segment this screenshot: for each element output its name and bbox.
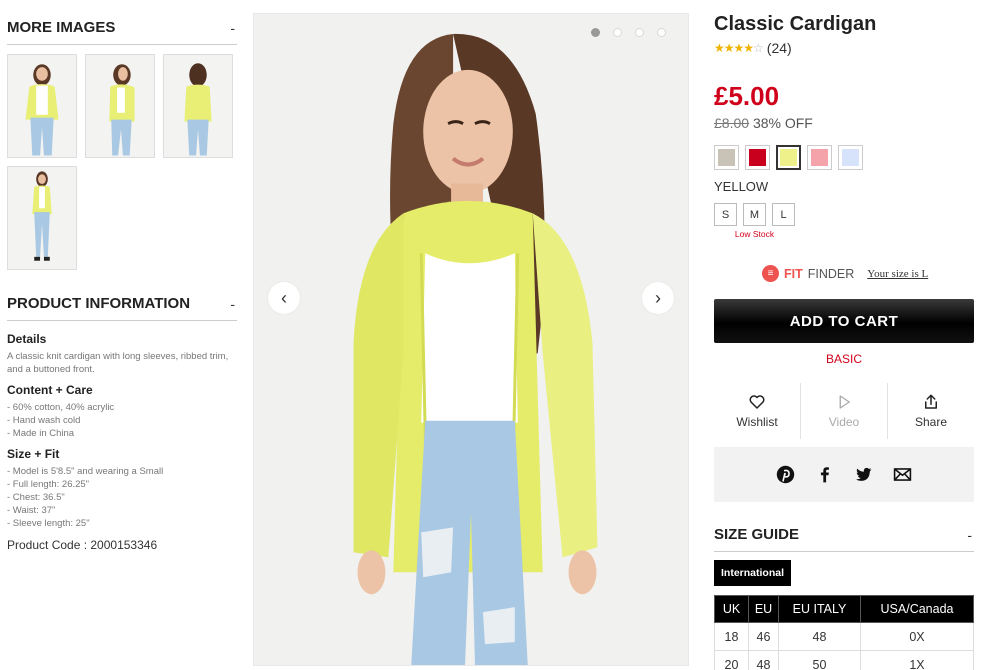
selected-color-label: YELLOW [714,179,769,194]
sale-price: £5.00 [714,81,780,111]
carousel-dots [591,28,666,37]
size-guide-header[interactable]: SIZE GUIDE - [714,526,974,552]
fit-finder-logo-icon: ≡ [762,265,779,282]
share-label: Share [914,415,948,429]
facebook-icon[interactable] [815,465,834,484]
table-cell: 18 [714,622,749,651]
swatch-light-blue[interactable] [838,145,863,170]
column-header: EU [748,595,779,623]
table-cell: 48 [748,650,779,670]
thumbnail-front[interactable] [7,54,77,158]
model-photo [254,14,688,665]
swatch-taupe[interactable] [714,145,739,170]
social-share-bar [714,447,974,502]
size-s-button[interactable]: S [714,203,737,226]
your-size-link[interactable]: Your size is L [867,268,928,280]
more-images-title: MORE IMAGES [7,19,116,36]
tier-label: BASIC [825,352,862,366]
care-title: Content + Care [7,383,93,397]
collapse-toggle[interactable]: - [967,527,974,543]
strikethrough-price: £8.00 [714,115,750,131]
list-item: - Sleeve length: 25" [7,518,90,529]
list-item: - Waist: 37" [7,505,56,516]
rating-count: (24) [766,40,792,56]
size-selector: S M Low Stock L [714,203,795,239]
collapse-toggle[interactable]: - [230,20,237,36]
product-code: Product Code : 2000153346 [7,538,158,552]
fit-finder[interactable]: ≡ FIT FINDER Your size is L [762,265,928,282]
size-guide-title: SIZE GUIDE [714,526,800,543]
share-button[interactable]: Share [887,383,974,439]
list-item: - Model is 5'8.5" and wearing a Small [7,466,164,477]
details-text: A classic knit cardigan with long sleeve… [7,351,229,375]
table-cell: 48 [778,622,861,651]
rating[interactable]: ★★★★☆ (24) [714,40,792,56]
details-title: Details [7,332,47,346]
table-row: 20 48 50 1X [714,650,974,670]
email-icon[interactable] [893,465,912,484]
low-stock-label: Low Stock [734,229,775,239]
column-header: EU ITALY [778,595,861,623]
wishlist-button[interactable]: Wishlist [714,383,800,439]
discount-label: 38% OFF [752,115,813,131]
swatch-red[interactable] [745,145,770,170]
size-l-button[interactable]: L [772,203,795,226]
list-item: - Hand wash cold [7,415,81,426]
product-info-body: Details A classic knit cardigan with lon… [7,332,237,552]
table-cell: 20 [714,650,749,670]
next-image-button[interactable]: › [642,282,674,314]
original-price: £8.00 38% OFF [714,115,813,131]
chevron-left-icon: ‹ [281,287,287,308]
carousel-dot-4[interactable] [657,28,666,37]
pinterest-icon[interactable] [776,465,795,484]
color-swatches [714,145,863,170]
video-button[interactable]: Video [800,383,887,439]
list-item: - Chest: 36.5" [7,492,65,503]
add-to-cart-button[interactable]: ADD TO CART [714,299,974,343]
carousel-dot-2[interactable] [613,28,622,37]
product-actions: Wishlist Video Share [714,383,974,439]
share-icon [925,394,937,409]
carousel-dot-1[interactable] [591,28,600,37]
more-images-header[interactable]: MORE IMAGES - [7,19,237,45]
column-header: USA/Canada [860,595,974,623]
list-item: - Full length: 26.25" [7,479,90,490]
main-product-image[interactable]: ‹ › [253,13,689,666]
play-icon [839,395,850,409]
table-cell: 46 [748,622,779,651]
table-cell: 50 [778,650,861,670]
wishlist-label: Wishlist [736,415,778,429]
list-item: - 60% cotton, 40% acrylic [7,402,115,413]
heart-icon [749,395,765,409]
thumbnail-back[interactable] [163,54,233,158]
thumbnail-side[interactable] [85,54,155,158]
thumbnail-full[interactable] [7,166,77,270]
video-label: Video [828,415,860,429]
fit-finder-fit: FIT [784,266,803,281]
table-row: 18 46 48 0X [714,622,974,651]
table-cell: 1X [860,650,974,670]
table-cell: 0X [860,622,974,651]
star-rating-icon: ★★★★☆ [714,41,764,55]
size-m-button[interactable]: M [743,203,766,226]
previous-image-button[interactable]: ‹ [268,282,300,314]
product-info-header[interactable]: PRODUCT INFORMATION - [7,295,237,321]
column-header: UK [714,595,749,623]
list-item: - Made in China [7,428,75,439]
product-info-title: PRODUCT INFORMATION [7,295,191,312]
carousel-dot-3[interactable] [635,28,644,37]
size-guide-table: UK EU EU ITALY USA/Canada 18 46 48 0X 20… [714,595,974,670]
swatch-yellow[interactable] [776,145,801,170]
product-title: Classic Cardigan [714,13,877,35]
swatch-pink[interactable] [807,145,832,170]
fit-finder-finder: FINDER [807,266,855,281]
twitter-icon[interactable] [854,465,873,484]
tab-international[interactable]: International [714,560,792,586]
fit-title: Size + Fit [7,447,60,461]
collapse-toggle[interactable]: - [230,296,237,312]
chevron-right-icon: › [655,287,661,308]
